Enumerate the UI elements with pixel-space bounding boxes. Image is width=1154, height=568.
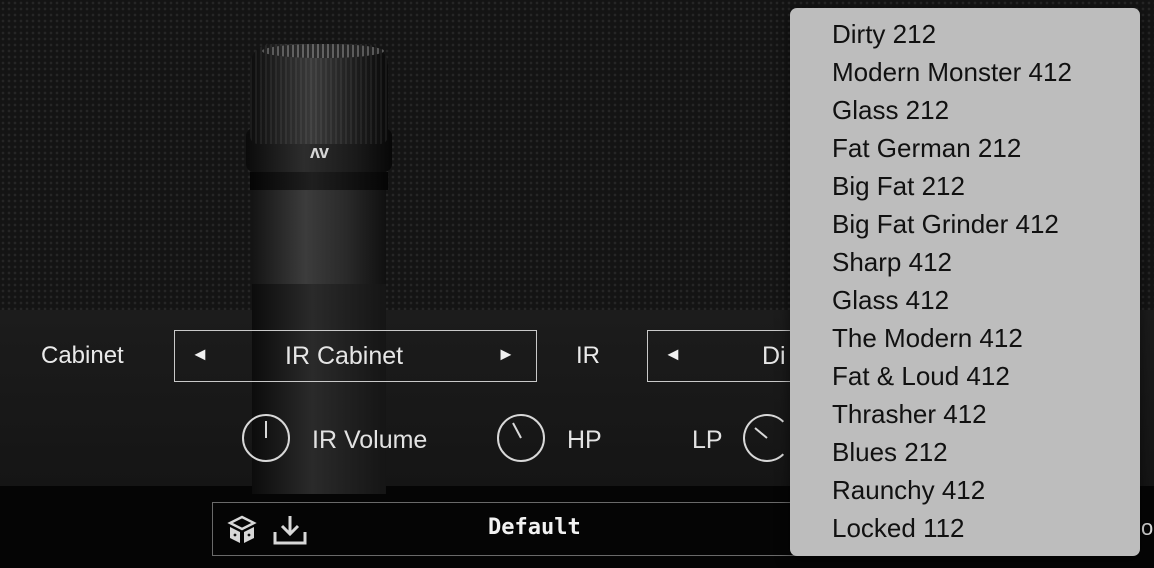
randomize-icon[interactable]: [226, 514, 258, 551]
cabinet-value: IR Cabinet: [285, 342, 404, 370]
menu-item-thrasher-412[interactable]: Thrasher 412: [832, 395, 1132, 433]
cabinet-label: Cabinet: [41, 342, 124, 369]
menu-item-big-fat-212[interactable]: Big Fat 212: [832, 167, 1132, 205]
mic-logo: ʌv: [309, 142, 329, 162]
menu-item-dirty-212[interactable]: Dirty 212: [832, 15, 1132, 53]
hp-label: HP: [567, 426, 602, 454]
menu-item-locked-112[interactable]: Locked 112: [832, 509, 1132, 547]
ir-volume-knob[interactable]: [242, 414, 290, 462]
preset-name: Default: [488, 515, 581, 540]
mic-band: [250, 172, 388, 190]
menu-item-raunchy-412[interactable]: Raunchy 412: [832, 471, 1132, 509]
ir-dropdown-menu: Dirty 212 Modern Monster 412 Glass 212 F…: [790, 8, 1140, 556]
menu-item-sharp-412[interactable]: Sharp 412: [832, 243, 1132, 281]
ir-volume-label: IR Volume: [312, 426, 428, 454]
menu-item-glass-412[interactable]: Glass 412: [832, 281, 1132, 319]
ir-label: IR: [576, 342, 600, 369]
ir-prev-arrow-icon[interactable]: ◄: [664, 344, 682, 365]
cabinet-selector[interactable]: ◄ IR Cabinet ►: [174, 330, 537, 382]
mic-body-lower: [252, 284, 386, 494]
download-icon[interactable]: [272, 514, 308, 551]
lp-knob[interactable]: [743, 414, 791, 462]
ir-value: Di: [762, 342, 786, 370]
menu-item-the-modern-412[interactable]: The Modern 412: [832, 319, 1132, 357]
menu-item-big-fat-grinder-412[interactable]: Big Fat Grinder 412: [832, 205, 1132, 243]
cabinet-prev-arrow-icon[interactable]: ◄: [191, 344, 209, 365]
menu-item-fat-german-212[interactable]: Fat German 212: [832, 129, 1132, 167]
lp-label: LP: [692, 426, 723, 454]
menu-item-fat-and-loud-412[interactable]: Fat & Loud 412: [832, 357, 1132, 395]
menu-item-glass-212[interactable]: Glass 212: [832, 91, 1132, 129]
menu-item-blues-212[interactable]: Blues 212: [832, 433, 1132, 471]
mic-grille-top: [262, 44, 384, 58]
menu-item-modern-monster-412[interactable]: Modern Monster 412: [832, 53, 1132, 91]
hp-knob[interactable]: [497, 414, 545, 462]
cabinet-next-arrow-icon[interactable]: ►: [497, 344, 515, 365]
preset-bar-edge-text: o: [1141, 515, 1154, 540]
mic-grille: [250, 44, 388, 144]
